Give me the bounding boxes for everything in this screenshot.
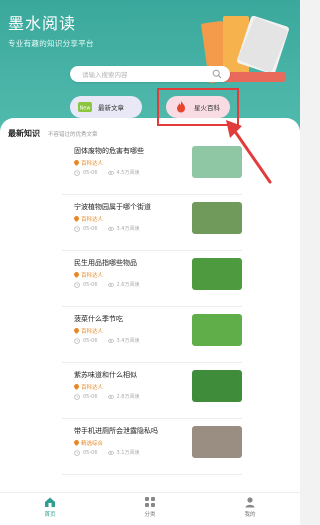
section-subtitle: 不容错过的优秀文章 <box>48 132 98 138</box>
list-item[interactable]: 带手机进厕所会泄露隐私吗 精选综合 05-06 3.1万阅读 <box>62 422 242 475</box>
article-tag: 百科达人 <box>72 382 103 391</box>
list-item[interactable]: 紫苏味道和什么相似 百科达人 05-06 2.8万阅读 <box>62 366 242 419</box>
tab-latest-articles[interactable]: New 最新文章 <box>70 96 142 118</box>
article-tag: 百科达人 <box>72 214 103 223</box>
nav-label: 我的 <box>244 512 256 518</box>
arrow-annotation-icon <box>226 120 272 184</box>
nav-home[interactable]: 首页 <box>30 496 70 518</box>
home-icon <box>45 497 55 507</box>
eye-icon <box>107 338 114 343</box>
nav-label: 分类 <box>144 512 156 518</box>
list-item[interactable]: 固体废物的危害有哪些 百科达人 05-06 4.5万阅读 <box>62 142 242 195</box>
clock-icon <box>74 169 80 176</box>
clock-icon <box>74 337 80 344</box>
article-meta: 05-06 2.8万阅读 <box>74 393 139 400</box>
article-thumbnail <box>192 314 242 346</box>
eye-icon <box>107 282 114 287</box>
article-tag: 精选综合 <box>72 438 103 447</box>
eye-icon <box>107 226 114 231</box>
app-slogan: 专业有趣的知识分享平台 <box>8 39 94 48</box>
article-thumbnail <box>192 426 242 458</box>
article-meta: 05-06 3.4万阅读 <box>74 337 139 344</box>
search-placeholder: 请输入搜索内容 <box>82 71 128 79</box>
article-meta: 05-06 3.4万阅读 <box>74 225 139 232</box>
article-title: 紫苏味道和什么相似 <box>74 371 137 379</box>
article-title: 固体废物的危害有哪些 <box>74 147 144 155</box>
bottom-nav: 首页 分类 我的 <box>0 492 300 525</box>
clock-icon <box>74 393 80 400</box>
nav-profile[interactable]: 我的 <box>230 496 270 518</box>
list-item[interactable]: 菠菜什么季节吃 百科达人 05-06 3.4万阅读 <box>62 310 242 363</box>
article-tag: 百科达人 <box>72 326 103 335</box>
search-input[interactable]: 请输入搜索内容 <box>70 66 230 82</box>
article-meta: 05-06 2.6万阅读 <box>74 281 139 288</box>
app-title: 墨水阅读 <box>8 14 77 33</box>
nav-label: 首页 <box>44 512 56 518</box>
svg-text:New: New <box>80 106 91 112</box>
search-icon[interactable] <box>212 69 222 79</box>
list-item[interactable]: 宁波植物园属于哪个街道 百科达人 05-06 3.4万阅读 <box>62 198 242 251</box>
article-title: 宁波植物园属于哪个街道 <box>74 203 151 211</box>
location-pin-icon <box>72 214 81 223</box>
article-thumbnail <box>192 258 242 290</box>
eye-icon <box>107 394 114 399</box>
clock-icon <box>74 449 80 456</box>
grid-icon <box>145 497 155 507</box>
list-item[interactable]: 民生用品指哪些物品 百科达人 05-06 2.6万阅读 <box>62 254 242 307</box>
location-pin-icon <box>72 438 81 447</box>
location-pin-icon <box>72 326 81 335</box>
clock-icon <box>74 281 80 288</box>
user-icon <box>245 497 255 508</box>
article-meta: 05-06 4.5万阅读 <box>74 169 139 176</box>
article-tag: 百科达人 <box>72 270 103 279</box>
article-title: 民生用品指哪些物品 <box>74 259 137 267</box>
article-thumbnail <box>192 202 242 234</box>
location-pin-icon <box>72 158 81 167</box>
clock-icon <box>74 225 80 232</box>
location-pin-icon <box>72 382 81 391</box>
tab-label: 最新文章 <box>98 104 124 112</box>
article-thumbnail <box>192 370 242 402</box>
eye-icon <box>107 170 114 175</box>
article-tag: 百科达人 <box>72 158 103 167</box>
section-title: 最新知识 <box>8 129 40 138</box>
article-title: 菠菜什么季节吃 <box>74 315 123 323</box>
location-pin-icon <box>72 270 81 279</box>
article-meta: 05-06 3.1万阅读 <box>74 449 139 456</box>
eye-icon <box>107 450 114 455</box>
nav-category[interactable]: 分类 <box>130 496 170 518</box>
new-badge-icon: New <box>78 102 92 112</box>
article-title: 带手机进厕所会泄露隐私吗 <box>74 427 158 435</box>
